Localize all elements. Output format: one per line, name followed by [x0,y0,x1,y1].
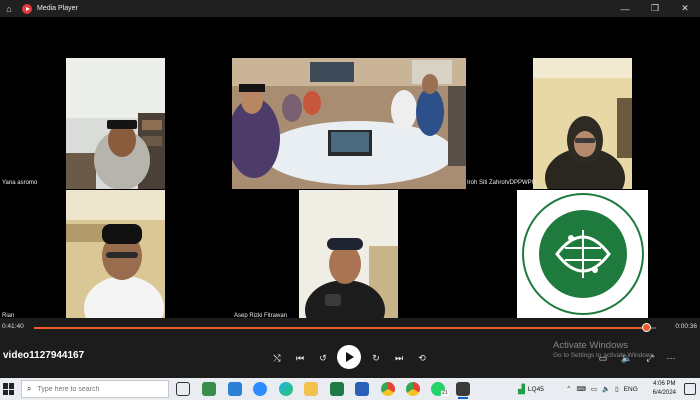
zoom-icon[interactable] [253,382,267,396]
video-title: video1127944167 [3,350,85,361]
participant-tile-rian [66,190,165,318]
speaker-icon[interactable]: 🔈 [602,385,610,393]
chevron-up-icon[interactable]: ⌃ [566,385,571,393]
chrome-icon[interactable] [381,382,395,396]
keyboard-icon[interactable]: ⌨ [576,385,585,393]
stock-widget[interactable]: ▟ LQ45 [518,378,544,400]
seek-bar: 0:41:40 0:00:36 [0,318,700,338]
window-title: Media Player [37,5,78,12]
remaining-time: 0:00:36 [675,323,697,330]
taskbar-search-input[interactable] [37,385,158,393]
participant-tile-iroh [533,58,632,189]
stock-label: LQ45 [527,385,544,393]
edge-icon[interactable] [279,382,293,396]
seek-progress [34,327,647,329]
player-controls: video1127944167 ⤭ ⏮ ↺ ↻ ⏭ ⟲ Activate Win… [0,338,700,378]
volume-icon[interactable]: 🔈 [620,351,634,365]
play-button[interactable] [337,345,361,369]
rewind-10-icon[interactable]: ↺ [316,351,330,365]
mail-icon[interactable] [228,382,242,396]
video-frame[interactable]: Yana asromo Iroh Siti Zahroh/DPPWPU Rian… [0,17,700,319]
language-indicator[interactable]: ENG [624,386,638,393]
participant-tile-asep [299,190,398,318]
watermark-title: Activate Windows [553,340,628,351]
task-view-icon[interactable] [176,382,190,396]
stock-chart-icon: ▟ [518,383,525,394]
participant-name: Yana asromo [2,180,38,186]
media-player-app-icon [22,3,32,14]
search-icon: ⌕ [27,384,32,393]
minimize-icon[interactable]: — [610,0,640,17]
shuffle-icon[interactable]: ⤭ [270,351,284,365]
participant-video [232,58,466,189]
seek-track[interactable] [34,327,656,329]
network-icon[interactable]: ▭ [591,385,597,393]
clock-time: 4:06 PM [653,381,676,387]
forward-30-icon[interactable]: ↻ [369,351,383,365]
widgets-icon[interactable] [202,382,216,396]
media-player-taskbar-icon[interactable] [456,382,470,396]
participant-tile-yana [66,58,165,189]
windows-taskbar: ⌕ 21 ▟ LQ45 ⌃ ⌨ ▭ 🔈 ▯ ENG 4:06 PM 6/4/20… [0,378,700,400]
close-icon[interactable]: ✕ [670,0,700,17]
repeat-icon[interactable]: ⟲ [415,351,429,365]
word-icon[interactable] [355,382,369,396]
clock-date: 6/4/2024 [652,390,676,396]
system-tray: ⌃ ⌨ ▭ 🔈 ▯ ENG [566,378,638,400]
participant-tile-meeting-room [232,58,466,189]
seek-thumb[interactable] [642,323,652,332]
title-bar: ⌂ Media Player — ❐ ✕ [0,0,700,17]
next-icon[interactable]: ⏭ [392,351,406,365]
elapsed-time: 0:41:40 [2,323,24,330]
taskbar-search[interactable]: ⌕ [21,380,169,398]
participant-video [299,190,398,318]
file-explorer-icon[interactable] [304,382,318,396]
active-app-indicator [458,397,468,399]
notification-icon[interactable] [684,383,696,395]
home-icon[interactable]: ⌂ [0,0,18,17]
start-button[interactable] [3,383,15,395]
fullscreen-icon[interactable]: ⤢ [643,351,657,365]
previous-icon[interactable]: ⏮ [293,351,307,365]
subtitles-icon[interactable]: ▭ [596,351,610,365]
whatsapp-badge: 21 [441,390,449,396]
participant-video [66,190,165,318]
participant-video [533,58,632,189]
participant-video [66,58,165,189]
majelis-ulama-logo [522,193,644,315]
clock[interactable]: 4:06 PM 6/4/2024 [653,380,676,398]
window-controls: — ❐ ✕ [610,0,700,17]
more-options-icon[interactable]: ⋯ [664,351,678,365]
logo-tile [517,190,648,318]
restore-icon[interactable]: ❐ [640,0,670,17]
excel-icon[interactable] [330,382,344,396]
chrome-profile-icon[interactable] [406,382,420,396]
participant-name: Iroh Siti Zahroh/DPPWPU [467,180,537,186]
battery-icon[interactable]: ▯ [615,385,619,393]
